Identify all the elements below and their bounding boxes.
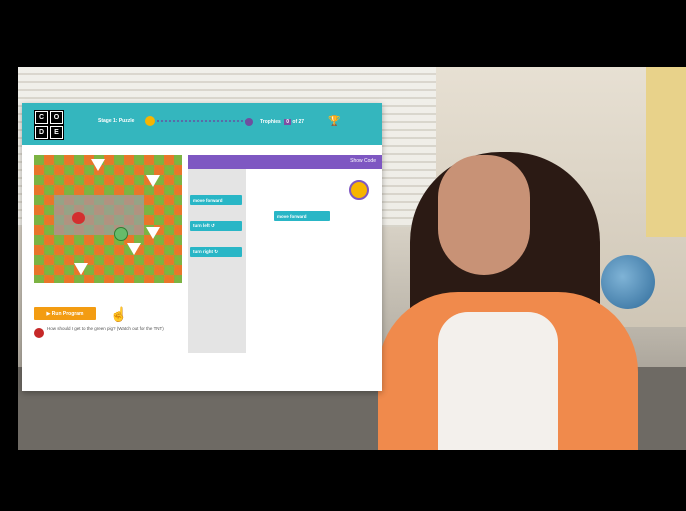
green-pig-icon bbox=[114, 227, 128, 241]
tnt-marker-icon bbox=[146, 227, 160, 239]
toolbox-block-turn-right[interactable]: turn right ↻ bbox=[190, 247, 242, 257]
maze-grid bbox=[34, 155, 182, 283]
toolbox-block-move-forward[interactable]: move forward bbox=[190, 195, 242, 205]
tnt-marker-icon bbox=[127, 243, 141, 255]
globe bbox=[601, 255, 655, 309]
presenter-shirt-inner bbox=[438, 312, 558, 450]
top-bar: C O D E Stage 1: Puzzle Trophies 0 of 27… bbox=[22, 103, 382, 145]
final-level-dot[interactable] bbox=[245, 118, 253, 126]
tnt-marker-icon bbox=[146, 175, 160, 187]
workspace-block-move-forward[interactable]: move forward bbox=[274, 211, 330, 221]
code-app-window: C O D E Stage 1: Puzzle Trophies 0 of 27… bbox=[22, 103, 382, 391]
show-code-link[interactable]: Show Code bbox=[350, 158, 376, 164]
code-logo[interactable]: C O D E bbox=[34, 110, 64, 140]
trophies-text: Trophies bbox=[260, 119, 281, 125]
trophies-total: of 27 bbox=[292, 119, 305, 125]
tnt-marker-icon bbox=[74, 263, 88, 275]
hand-cursor-icon: ☝ bbox=[110, 306, 128, 322]
run-program-button[interactable]: ▶ Run Program bbox=[34, 307, 96, 320]
trophies-count-badge: 0 bbox=[284, 119, 292, 125]
instruction-text: How should I get to the green pig? (Watc… bbox=[47, 326, 164, 331]
current-level-dot[interactable] bbox=[145, 116, 155, 126]
toolbox-block-turn-left[interactable]: turn left ↺ bbox=[190, 221, 242, 231]
presenter-face bbox=[438, 155, 530, 275]
trophies-label: Trophies 0 of 27 bbox=[260, 119, 304, 125]
logo-letter-o: O bbox=[50, 111, 63, 124]
block-label: turn left ↺ bbox=[193, 223, 215, 228]
block-label: turn right ↻ bbox=[193, 249, 219, 254]
logo-letter-d: D bbox=[35, 126, 48, 139]
trophy-icon: 🏆 bbox=[328, 116, 341, 127]
bulletin-board bbox=[646, 67, 686, 237]
logo-letter-e: E bbox=[50, 126, 63, 139]
maze-path bbox=[54, 195, 144, 235]
logo-letter-c: C bbox=[35, 111, 48, 124]
stage-title: Stage 1: Puzzle bbox=[98, 118, 135, 124]
bird-avatar-icon bbox=[34, 328, 44, 338]
trash-icon[interactable] bbox=[349, 180, 369, 200]
tnt-marker-icon bbox=[91, 159, 105, 171]
workspace-header: Show Code bbox=[188, 155, 382, 169]
progress-track bbox=[146, 120, 250, 128]
red-bird-icon bbox=[72, 212, 85, 224]
